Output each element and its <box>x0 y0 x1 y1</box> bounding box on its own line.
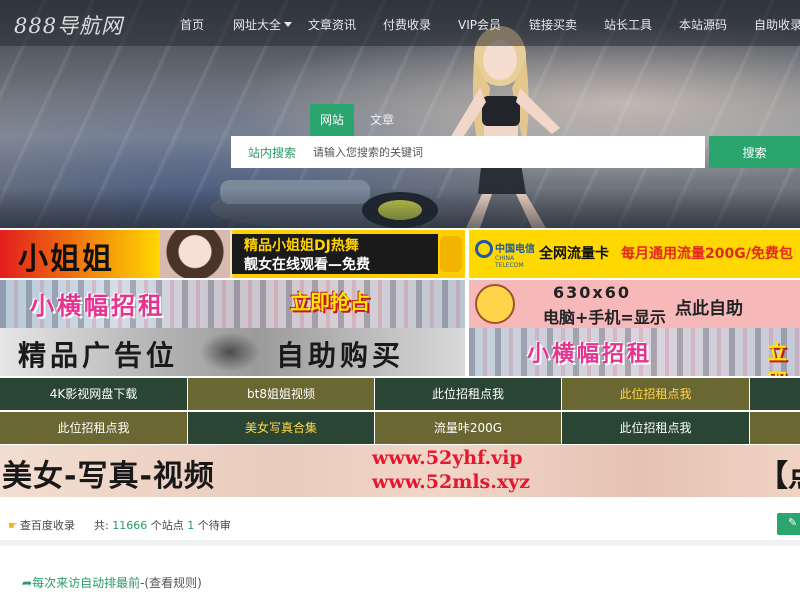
ad-url-1: www.52yhf.vip <box>372 447 523 469</box>
telecom-brand: 中国电信 <box>495 244 535 255</box>
top-navigation: 888导航网 首页 网址大全 文章资讯 付费收录 VIP会员 链接买卖 站长工具… <box>0 0 800 46</box>
chevron-down-icon <box>284 22 293 27</box>
submit-site-button[interactable]: ✎ <box>777 513 800 535</box>
china-telecom-logo: 中国电信 CHINA TELECOM <box>475 238 535 270</box>
pencil-icon: ✎ <box>788 516 798 529</box>
ad-banners: 小姐姐 精品小姐姐DJ热舞 靓女在线观看—免费 中国电信 CHINA TELEC… <box>0 228 800 378</box>
sites-label: 个站点 <box>150 519 184 532</box>
nav-item-webmaster-tools[interactable]: 站长工具 <box>604 16 652 33</box>
notice-section: ➦每次来访自动排最前-(查看规则) <box>0 552 800 600</box>
notice-text: 每次来访自动排最前 <box>32 576 141 590</box>
ad-banner-for-rent-left[interactable]: 小横幅招租 立即抢占 <box>0 280 465 328</box>
ad-banner-telecom[interactable]: 中国电信 CHINA TELECOM 全网流量卡 每月通用流量200G/免费包 <box>469 230 800 278</box>
nav-item-label: 网址大全 <box>233 18 282 32</box>
stats-summary: 共: 11666 个站点 1 个待审 <box>94 517 231 533</box>
ad-cta: 点此自助 <box>675 299 743 319</box>
ad-line-1: 精品小姐姐DJ热舞 <box>244 238 359 254</box>
ad-banner-wide[interactable]: 美女-写真-视频 www.52yhf.vip www.52mls.xyz 【点 <box>0 445 800 497</box>
ad-headline: 小姐姐 <box>18 242 114 277</box>
ad-size: 630x60 <box>553 283 631 302</box>
ad-headline: 小横幅招租 <box>30 292 165 320</box>
ad-headline: 美女-写真-视频 <box>2 459 215 494</box>
total-count: 11666 <box>112 519 148 532</box>
cartoon-face-icon <box>475 284 515 324</box>
ad-cta: 【点 <box>758 459 800 494</box>
ad-url-2: www.52mls.xyz <box>372 471 531 493</box>
nav-item-paid-listing[interactable]: 付费收录 <box>383 16 431 33</box>
ad-line-1: 全网流量卡 <box>539 246 609 262</box>
share-arrow-icon: ➦ <box>22 576 33 590</box>
hand-pointer-icon: ☛ <box>8 519 18 532</box>
text-link[interactable]: bt8姐姐视频 <box>188 378 374 410</box>
search-button[interactable]: 搜索 <box>709 136 800 168</box>
ad-ink-figure <box>200 332 260 372</box>
ad-headline: 小横幅招租 <box>527 342 653 367</box>
text-link[interactable]: 流量咔200G <box>375 412 561 444</box>
ad-banner-premium-slot[interactable]: 精品广告位 自助购买 <box>0 328 465 376</box>
text-link[interactable]: 此位招租点我 <box>562 378 749 410</box>
ad-devices: 电脑+手机=显示 <box>543 308 666 327</box>
text-link-overflow[interactable] <box>750 378 800 410</box>
text-link[interactable]: 4K影视网盘下载 <box>0 378 187 410</box>
text-link[interactable]: 美女写真合集 <box>188 412 374 444</box>
pending-count: 1 <box>187 519 195 532</box>
nav-item-home[interactable]: 首页 <box>180 16 204 33</box>
nav-item-link-trade[interactable]: 链接买卖 <box>529 16 577 33</box>
ad-banner-self-service[interactable]: 630x60 电脑+手机=显示 点此自助 <box>469 280 800 328</box>
total-label: 共: <box>94 519 109 532</box>
pending-label: 个待审 <box>197 519 231 532</box>
baidu-index-link[interactable]: ☛ 查百度收录 <box>8 517 75 533</box>
tab-articles[interactable]: 文章 <box>360 104 404 136</box>
thumbs-up-icon <box>440 236 462 272</box>
search-box: 站内搜索 <box>231 136 705 168</box>
text-link[interactable]: 此位招租点我 <box>562 412 749 444</box>
ad-cta: 立即 <box>767 340 787 376</box>
search-input[interactable] <box>307 140 697 164</box>
telecom-brand-en: CHINA TELECOM <box>495 255 524 269</box>
hero-floor <box>0 188 800 228</box>
ad-cta: 自助购买 <box>276 339 405 372</box>
text-link-overflow[interactable] <box>750 412 800 444</box>
ad-banner-dj-dance[interactable]: 小姐姐 精品小姐姐DJ热舞 靓女在线观看—免费 <box>0 230 465 278</box>
stats-bar: ☛ 查百度收录 共: 11666 个站点 1 个待审 ✎ <box>0 500 800 546</box>
ad-banner-for-rent-right[interactable]: 小横幅招租 立即 <box>469 328 800 376</box>
tab-websites[interactable]: 网站 <box>310 104 354 136</box>
notice-line: ➦每次来访自动排最前-(查看规则) <box>22 574 202 591</box>
site-logo[interactable]: 888导航网 <box>14 10 123 40</box>
text-link-grid: 4K影视网盘下载 bt8姐姐视频 此位招租点我 此位招租点我 此位招租点我 美女… <box>0 378 800 445</box>
search-scope-label[interactable]: 站内搜索 <box>248 144 296 161</box>
hero-section: 888导航网 首页 网址大全 文章资讯 付费收录 VIP会员 链接买卖 站长工具… <box>0 0 800 228</box>
nav-item-articles[interactable]: 文章资讯 <box>308 16 356 33</box>
baidu-index-label: 查百度收录 <box>19 519 75 532</box>
ad-line-2: 靓女在线观看—免费 <box>244 257 370 273</box>
nav-item-vip[interactable]: VIP会员 <box>458 16 501 33</box>
nav-item-sites[interactable]: 网址大全 <box>233 16 293 33</box>
nav-item-self-submit[interactable]: 自助收录 <box>754 16 800 33</box>
ad-headline: 精品广告位 <box>18 339 179 372</box>
telecom-mark-icon <box>475 240 493 258</box>
ad-line-2: 每月通用流量200G/免费包 <box>621 246 793 262</box>
nav-item-source-code[interactable]: 本站源码 <box>679 16 727 33</box>
text-link[interactable]: 此位招租点我 <box>375 378 561 410</box>
ad-cta: 立即抢占 <box>290 290 370 314</box>
ad-doll-image <box>160 230 230 278</box>
view-rules-link[interactable]: -(查看规则) <box>140 576 202 590</box>
text-link[interactable]: 此位招租点我 <box>0 412 187 444</box>
